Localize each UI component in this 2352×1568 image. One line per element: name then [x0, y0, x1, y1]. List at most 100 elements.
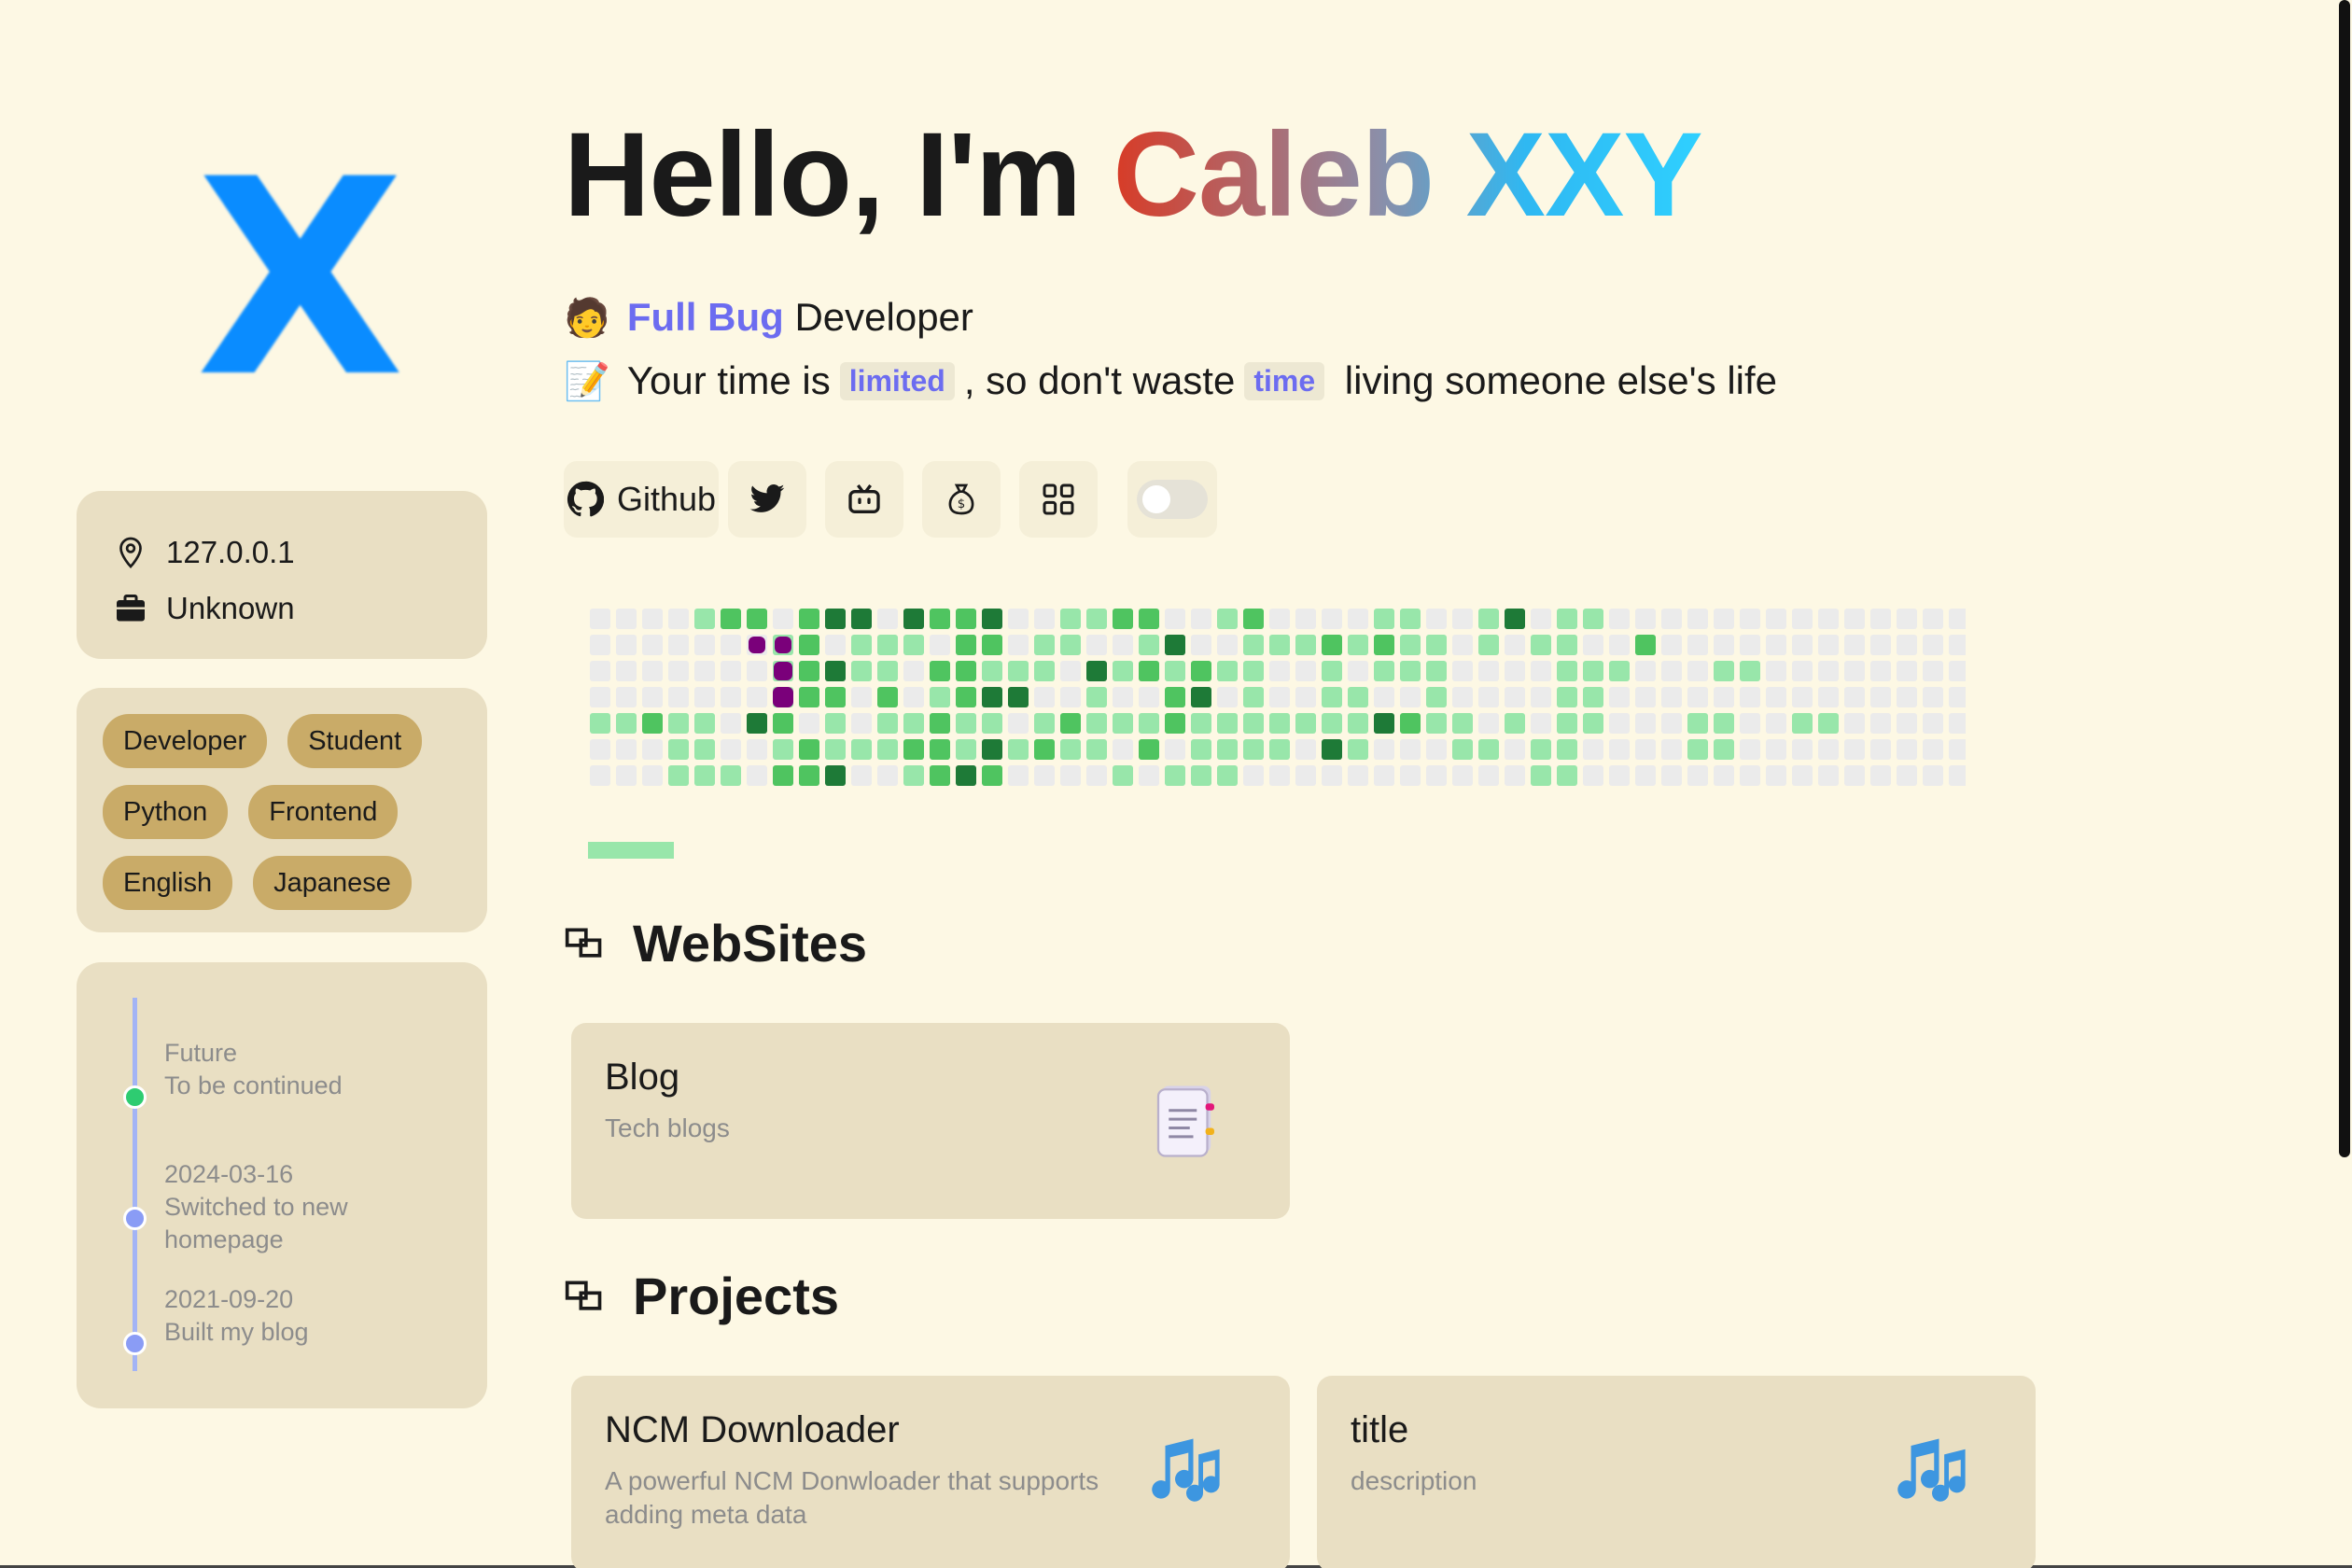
heatmap-cell: [1086, 661, 1107, 681]
heatmap-cell: [956, 635, 976, 655]
heatmap-cell: [1165, 609, 1185, 629]
heatmap-cell: [1661, 713, 1682, 734]
heatmap-cell: [1113, 661, 1133, 681]
project-card[interactable]: title description: [1317, 1376, 2036, 1568]
heatmap-cell: [1635, 713, 1656, 734]
heatmap-cell: [747, 713, 767, 734]
page-scrollbar[interactable]: [2335, 0, 2352, 1568]
heatmap-cell: [1243, 609, 1264, 629]
heatmap-cell: [1792, 739, 1813, 760]
heatmap-cell: [668, 739, 689, 760]
heatmap-cell: [956, 713, 976, 734]
heatmap-cell: [1165, 713, 1185, 734]
theme-toggle-button[interactable]: [1127, 461, 1217, 538]
location-text: 127.0.0.1: [166, 535, 295, 569]
heatmap-cell: [1505, 661, 1525, 681]
heatmap-cell: [1661, 635, 1682, 655]
heatmap-cell: [1635, 765, 1656, 786]
heatmap-cell: [930, 635, 950, 655]
heatmap-cell: [1139, 661, 1159, 681]
heatmap-cell: [1583, 765, 1603, 786]
heatmap-cell: [747, 687, 767, 707]
heatmap-cell: [825, 687, 846, 707]
heatmap-cell: [1348, 713, 1368, 734]
money-bag-icon: $: [948, 483, 974, 515]
notebook-icon: [1156, 1085, 1214, 1157]
heatmap-cell: [1766, 635, 1786, 655]
heatmap-cell: [877, 713, 898, 734]
heatmap-cell: [1426, 713, 1447, 734]
apps-button[interactable]: [1019, 461, 1098, 538]
heatmap-cell: [1661, 739, 1682, 760]
heatmap-cell: [721, 765, 741, 786]
heatmap-cell: [1060, 661, 1081, 681]
heatmap-cell: [1374, 687, 1394, 707]
heatmap-cell: [825, 765, 846, 786]
heatmap-cell: [1714, 635, 1734, 655]
heatmap-cell: [1557, 609, 1577, 629]
bilibili-button[interactable]: [825, 461, 903, 538]
heatmap-cell: [825, 635, 846, 655]
heatmap-cell: [1426, 765, 1447, 786]
heatmap-cell: [799, 739, 819, 760]
heatmap-cell: [982, 661, 1002, 681]
heatmap-cell: [721, 609, 741, 629]
heatmap-cell: [1400, 609, 1421, 629]
donate-button[interactable]: $: [922, 461, 1001, 538]
heatmap-cell: [1426, 609, 1447, 629]
heatmap-cell: [1400, 765, 1421, 786]
heatmap-cell: [1923, 661, 1943, 681]
heatmap-cell: [1217, 661, 1238, 681]
heatmap-cell: [1086, 687, 1107, 707]
heatmap-cell: [799, 661, 819, 681]
heatmap-cell: [1034, 765, 1055, 786]
memo-emoji-icon: 📝: [564, 359, 610, 403]
heatmap-cell: [1269, 765, 1290, 786]
heatmap-cell: [1949, 609, 1969, 629]
heatmap-cell: [1139, 713, 1159, 734]
scrollbar-thumb[interactable]: [2339, 0, 2350, 1157]
heatmap-cell: [1322, 765, 1342, 786]
heatmap-cell: [1295, 687, 1316, 707]
heatmap-cell: [1557, 739, 1577, 760]
twitter-button[interactable]: [728, 461, 806, 538]
heatmap-cell: [1505, 765, 1525, 786]
music-notes-icon: [1897, 1438, 1966, 1502]
heatmap-cell: [1740, 687, 1760, 707]
heatmap-cell: [1687, 765, 1708, 786]
timeline-text: Future To be continued: [164, 1037, 463, 1102]
quote-line: 📝 Your time is limited , so don't waste …: [564, 358, 1777, 403]
heatmap-cell: [747, 609, 767, 629]
heatmap-cell: [1714, 765, 1734, 786]
heatmap-cell: [721, 739, 741, 760]
heatmap-cell: [1687, 687, 1708, 707]
quote-part-c: living someone else's life: [1334, 358, 1778, 402]
heatmap-cell: [590, 687, 610, 707]
heatmap-cell: [1923, 635, 1943, 655]
heatmap-cell: [1217, 765, 1238, 786]
hero-prefix: Hello, I'm: [564, 108, 1113, 242]
heatmap-cell: [1034, 661, 1055, 681]
heatmap-snake-segment: [774, 662, 792, 680]
heatmap-cell: [1348, 661, 1368, 681]
heatmap-cell: [694, 713, 715, 734]
heatmap-cell: [1400, 739, 1421, 760]
project-desc: A powerful NCM Donwloader that supports …: [605, 1466, 1099, 1529]
heatmap-cell: [1661, 687, 1682, 707]
heatmap-cell: [1844, 687, 1865, 707]
heatmap-cell: [668, 609, 689, 629]
hero-heading: Hello, I'm Caleb XXY: [564, 108, 1703, 242]
heatmap-cell: [1008, 765, 1029, 786]
project-card[interactable]: NCM Downloader A powerful NCM Donwloader…: [571, 1376, 1290, 1568]
heatmap-cell: [1870, 765, 1891, 786]
heatmap-cell: [1295, 635, 1316, 655]
heatmap-cell: [1139, 687, 1159, 707]
heatmap-cell: [1740, 635, 1760, 655]
github-button[interactable]: Github: [564, 461, 719, 538]
timeline-dot: [123, 1332, 147, 1355]
heatmap-cell: [590, 635, 610, 655]
heatmap-cell: [1269, 687, 1290, 707]
heatmap-cell: [1374, 739, 1394, 760]
theme-toggle[interactable]: [1137, 480, 1208, 519]
website-card-blog[interactable]: Blog Tech blogs: [571, 1023, 1290, 1219]
